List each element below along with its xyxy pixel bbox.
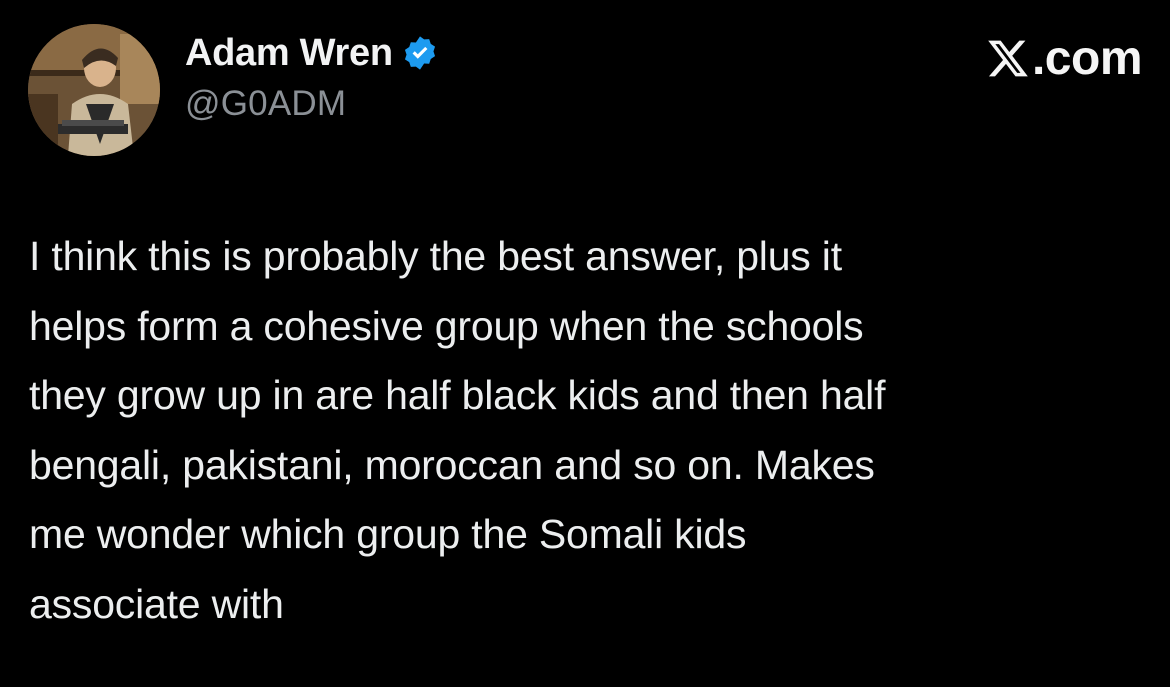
author-display-name[interactable]: Adam Wren	[185, 32, 393, 75]
tweet-line: I think this is probably the best answer…	[29, 233, 842, 279]
site-suffix: .com	[1031, 31, 1143, 85]
tweet-line: they grow up in are half black kids and …	[29, 372, 886, 418]
author-identity: Adam Wren @G0ADM	[185, 28, 439, 124]
tweet-text: I think this is probably the best answer…	[29, 222, 1139, 639]
site-watermark: .com	[986, 31, 1143, 85]
x-logo-icon	[986, 36, 1030, 80]
tweet-header: Adam Wren @G0ADM .com	[28, 18, 1143, 156]
avatar-photo	[28, 24, 160, 156]
name-row: Adam Wren	[185, 28, 439, 78]
tweet-line: helps form a cohesive group when the sch…	[29, 302, 864, 349]
verified-badge-icon	[401, 34, 439, 72]
author-handle[interactable]: @G0ADM	[185, 84, 439, 124]
tweet-line: me wonder which group the Somali kids	[29, 511, 747, 557]
tweet-line: associate with	[29, 580, 284, 627]
avatar[interactable]	[28, 24, 160, 156]
tweet-line: bengali, pakistani, moroccan and so on. …	[29, 441, 875, 488]
